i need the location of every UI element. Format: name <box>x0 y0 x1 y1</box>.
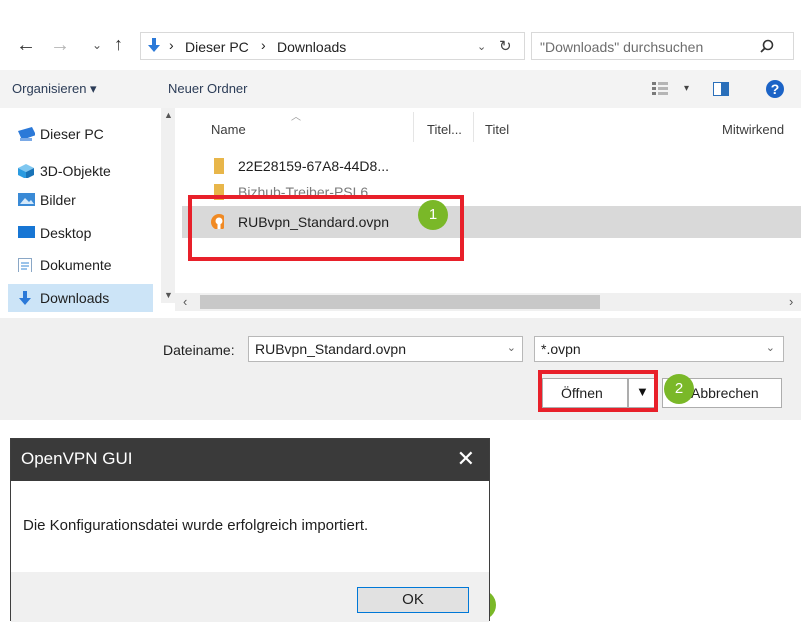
horizontal-scrollbar[interactable]: ‹ › <box>175 293 801 311</box>
nav-item-dokumente[interactable]: Dokumente <box>8 251 153 279</box>
nav-scrollbar[interactable]: ▲ ▼ <box>161 108 175 303</box>
close-icon[interactable]: ✕ <box>457 446 475 472</box>
column-titel-short[interactable]: Titel... <box>427 122 462 137</box>
recent-locations-icon[interactable]: ⌄ <box>92 38 102 52</box>
column-mitwirkend[interactable]: Mitwirkend <box>722 122 784 137</box>
nav-item-desktop[interactable]: Desktop <box>8 219 153 247</box>
breadcrumb-separator-icon: › <box>261 37 266 53</box>
refresh-icon[interactable]: ↻ <box>499 37 512 55</box>
up-arrow-icon[interactable]: ↑ <box>114 34 123 54</box>
openvpn-message: Die Konfigurationsdatei wurde erfolgreic… <box>23 517 369 534</box>
openvpn-titlebar: OpenVPN GUI ✕ <box>11 439 489 481</box>
dialog-footer: Dateiname: RUBvpn_Standard.ovpn ⌄ *.ovpn… <box>0 318 801 420</box>
chevron-down-icon[interactable]: ⌄ <box>507 341 516 354</box>
download-icon <box>19 291 31 305</box>
nav-item-label: Desktop <box>40 225 92 241</box>
search-box[interactable]: "Downloads" durchsuchen <box>531 32 794 60</box>
search-placeholder: "Downloads" durchsuchen <box>540 39 704 55</box>
preview-pane-icon[interactable] <box>713 82 729 96</box>
file-type-filter[interactable]: *.ovpn ⌄ <box>534 336 784 362</box>
scroll-down-icon[interactable]: ▼ <box>164 290 173 300</box>
command-toolbar: Organisieren ▾ Neuer Ordner ▾ ? <box>0 70 801 108</box>
nav-item-label: Dokumente <box>40 257 112 273</box>
highlight-frame-open <box>538 370 658 412</box>
nav-item-label: 3D-Objekte <box>40 163 111 179</box>
nav-item-label: Downloads <box>40 290 110 306</box>
scroll-left-icon[interactable]: ‹ <box>183 294 187 309</box>
address-dropdown-icon[interactable]: ⌄ <box>477 40 486 53</box>
organize-button[interactable]: Organisieren ▾ <box>12 81 97 97</box>
computer-icon <box>18 127 35 141</box>
documents-icon <box>18 258 32 272</box>
step-marker-1: 1 <box>418 200 448 230</box>
column-divider[interactable] <box>473 112 474 142</box>
nav-item-downloads[interactable]: Downloads <box>8 284 153 312</box>
nav-item-label: Bilder <box>40 192 76 208</box>
view-options-icon[interactable] <box>652 82 668 96</box>
sort-indicator-icon: ︿ <box>291 112 301 123</box>
navigation-pane: Dieser PC 3D-Objekte Bilder Desktop Doku… <box>0 108 175 318</box>
breadcrumb-downloads[interactable]: Downloads <box>277 39 346 55</box>
nav-item-dieser-pc[interactable]: Dieser PC <box>8 120 153 148</box>
chevron-down-icon[interactable]: ⌄ <box>766 341 775 354</box>
step-marker-2: 2 <box>664 374 694 404</box>
file-name: 22E28159-67A8-44D8... <box>238 158 389 174</box>
nav-item-label: Dieser PC <box>40 126 104 142</box>
help-icon[interactable]: ? <box>765 79 785 99</box>
breadcrumb-separator-icon: › <box>169 37 174 53</box>
search-icon[interactable] <box>760 39 774 53</box>
file-row[interactable]: 22E28159-67A8-44D8... <box>182 152 801 180</box>
column-divider[interactable] <box>413 112 414 142</box>
pictures-icon <box>18 193 35 206</box>
view-dropdown-icon[interactable]: ▾ <box>684 83 689 94</box>
cube-icon <box>18 164 34 178</box>
ok-button[interactable]: OK <box>357 587 469 613</box>
scroll-right-icon[interactable]: › <box>789 294 793 309</box>
svg-text:?: ? <box>771 81 780 97</box>
address-row: ← → ⌄ ↑ › Dieser PC › Downloads ⌄ ↻ "Dow… <box>0 26 801 66</box>
filter-value: *.ovpn <box>541 341 581 357</box>
breadcrumb-dieser-pc[interactable]: Dieser PC <box>185 39 249 55</box>
openvpn-dialog: OpenVPN GUI ✕ Die Konfigurationsdatei wu… <box>10 438 490 622</box>
column-header: ︿ Name Titel... Titel Mitwirkend <box>175 108 801 148</box>
nav-item-bilder[interactable]: Bilder <box>8 186 153 214</box>
scrollbar-thumb[interactable] <box>200 295 600 309</box>
address-bar[interactable]: › Dieser PC › Downloads ⌄ ↻ <box>140 32 525 60</box>
dialog-titlebar <box>0 0 801 26</box>
cancel-button-label: Abbrechen <box>691 385 759 401</box>
filename-input[interactable]: RUBvpn_Standard.ovpn ⌄ <box>248 336 523 362</box>
column-titel[interactable]: Titel <box>485 122 509 137</box>
filename-value: RUBvpn_Standard.ovpn <box>255 341 406 357</box>
column-name[interactable]: Name <box>211 122 246 137</box>
forward-arrow-icon[interactable]: → <box>50 35 70 55</box>
filename-label: Dateiname: <box>163 342 235 358</box>
back-arrow-icon[interactable]: ← <box>16 35 36 55</box>
desktop-icon <box>18 226 35 238</box>
new-folder-button[interactable]: Neuer Ordner <box>168 81 247 96</box>
download-icon <box>148 38 160 52</box>
folder-icon <box>214 158 224 174</box>
nav-item-3d-objekte[interactable]: 3D-Objekte <box>8 157 153 185</box>
scroll-up-icon[interactable]: ▲ <box>164 110 173 120</box>
openvpn-title: OpenVPN GUI <box>21 449 133 468</box>
